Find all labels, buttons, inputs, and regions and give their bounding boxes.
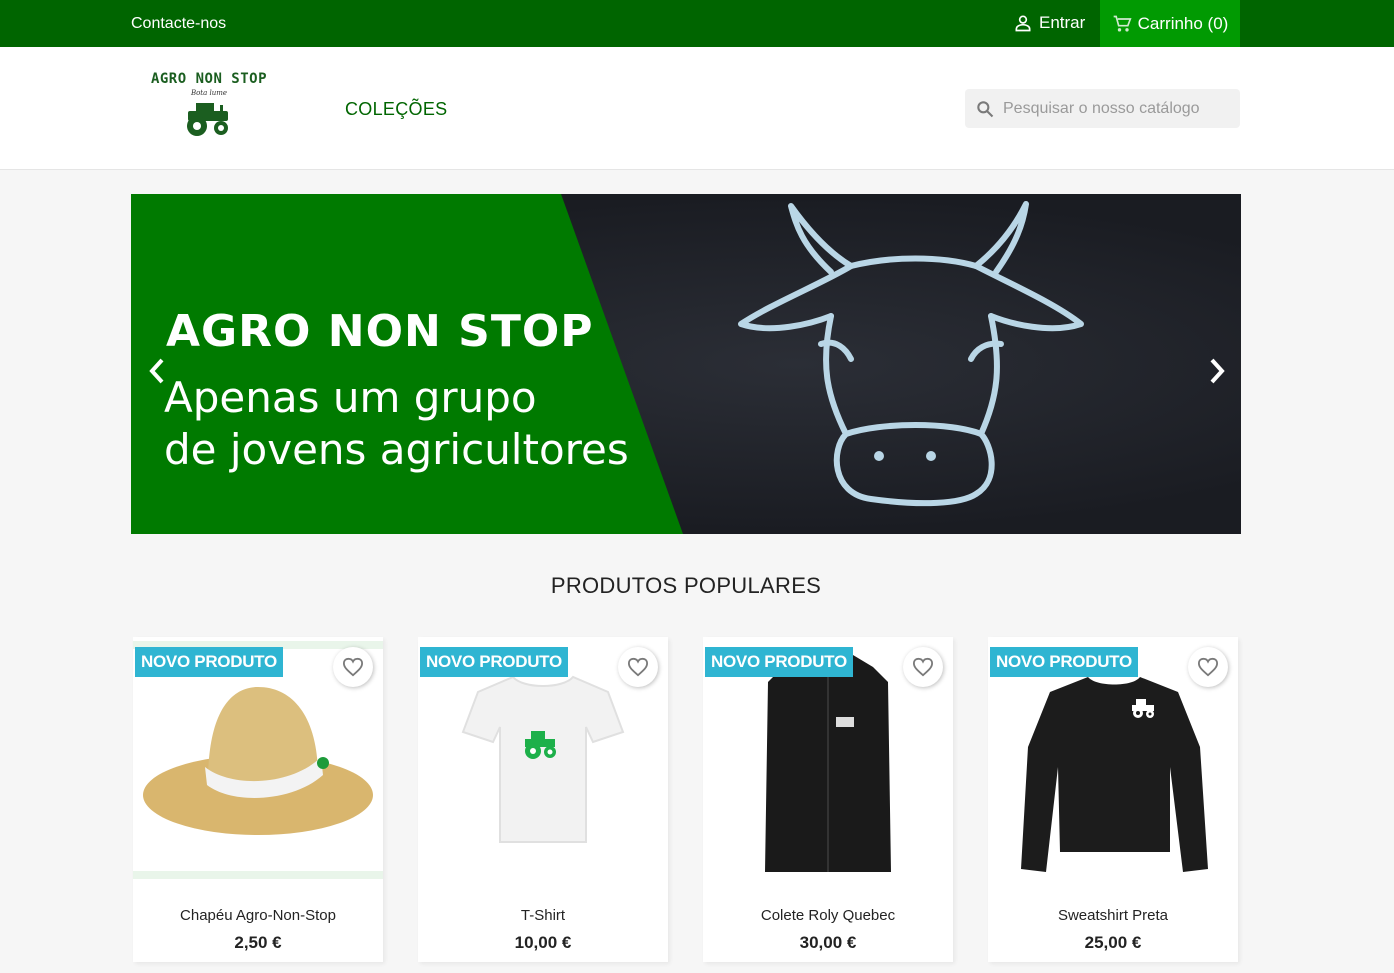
tractor-icon	[187, 103, 228, 136]
login-label: Entrar	[1039, 13, 1086, 32]
cart-label: Carrinho (0)	[1137, 13, 1229, 33]
product-name[interactable]: Sweatshirt Preta	[988, 907, 1238, 924]
product-price: 10,00 €	[514, 933, 572, 952]
search-box[interactable]	[965, 89, 1240, 128]
search-input[interactable]	[1003, 99, 1223, 118]
header: AGRO NON STOP Bota lume COLEÇÕES	[0, 47, 1394, 170]
cow-illustration	[131, 194, 1084, 534]
logo[interactable]: AGRO NON STOP Bota lume	[150, 71, 268, 151]
new-product-badge: NOVO PRODUTO	[705, 647, 853, 677]
product-price: 2,50 €	[234, 933, 282, 952]
wishlist-button[interactable]	[333, 647, 373, 687]
logo-title: AGRO NON STOP	[150, 71, 268, 87]
wishlist-button[interactable]	[1188, 647, 1228, 687]
cart-icon	[1113, 15, 1132, 31]
heart-icon	[627, 657, 649, 677]
popular-products-title: PRODUTOS POPULARES	[550, 573, 822, 598]
product-price: 30,00 €	[799, 933, 857, 952]
slide-title: AGRO NON STOP	[166, 306, 594, 357]
new-product-badge: NOVO PRODUTO	[135, 647, 283, 677]
new-product-badge: NOVO PRODUTO	[420, 647, 568, 677]
contact-link[interactable]: Contacte-nos	[131, 15, 226, 33]
product-price: 25,00 €	[1084, 933, 1142, 952]
slide-subtitle: Apenas um grupo de jovens agricultores	[164, 372, 684, 476]
logo-subtitle: Bota lume	[190, 89, 228, 97]
heart-icon	[912, 657, 934, 677]
menu-item-collections[interactable]: COLEÇÕES	[345, 99, 447, 120]
slide-subtitle-line-1: Apenas um grupo	[164, 373, 537, 422]
chevron-right-icon[interactable]	[1205, 356, 1229, 386]
slide-subtitle-line-2: de jovens agricultores	[164, 425, 629, 474]
login-link[interactable]: Entrar	[1013, 13, 1085, 33]
wishlist-button[interactable]	[618, 647, 658, 687]
cart-button[interactable]: Carrinho (0)	[1100, 0, 1240, 47]
hero-slider: AGRO NON STOP Apenas um grupo de jovens …	[131, 194, 1241, 534]
heart-icon	[1197, 657, 1219, 677]
wishlist-button[interactable]	[903, 647, 943, 687]
product-card[interactable]: NOVO PRODUTO T-Shirt 10,00 €	[418, 637, 668, 962]
top-bar: Contacte-nos Entrar Carrinho (0)	[0, 0, 1394, 47]
heart-icon	[342, 657, 364, 677]
new-product-badge: NOVO PRODUTO	[990, 647, 1138, 677]
product-name[interactable]: Chapéu Agro-Non-Stop	[133, 907, 383, 924]
chevron-left-icon[interactable]	[145, 356, 169, 386]
product-card[interactable]: NOVO PRODUTO Colete Roly Quebec 30,00 €	[703, 637, 953, 962]
product-name[interactable]: Colete Roly Quebec	[703, 907, 953, 924]
product-name[interactable]: T-Shirt	[418, 907, 668, 924]
user-icon	[1015, 15, 1031, 32]
search-icon[interactable]	[975, 99, 995, 119]
product-card[interactable]: NOVO PRODUTO Sweatshirt Preta 25,00 €	[988, 637, 1238, 962]
product-card[interactable]: NOVO PRODUTO Chapéu Agro-Non-Stop 2,50 €	[133, 637, 383, 962]
